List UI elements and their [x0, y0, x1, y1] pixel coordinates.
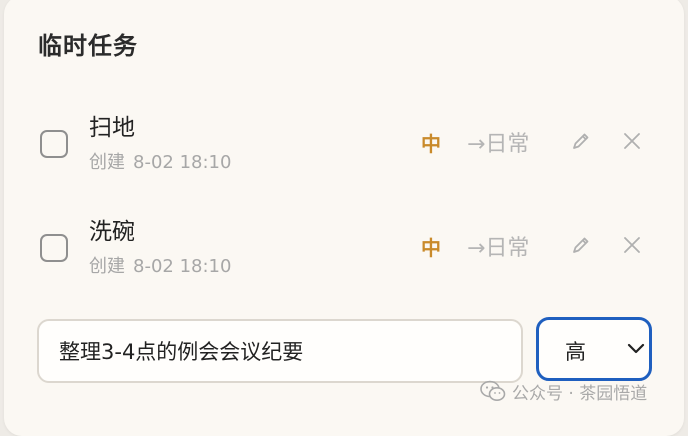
move-to-daily-button[interactable]: →日常	[467, 126, 529, 158]
priority-badge[interactable]: 中	[421, 232, 441, 261]
move-to-daily-button[interactable]: →日常	[467, 230, 529, 262]
task-checkbox[interactable]	[40, 234, 68, 262]
task-created: 创建 8-02 18:10	[89, 252, 239, 278]
task-title: 洗碗	[89, 219, 135, 245]
task-row: 洗碗 创建 8-02 18:10 中 →日常	[4, 204, 684, 284]
priority-select[interactable]: 高	[536, 317, 652, 381]
temp-tasks-card: 临时任务 扫地 创建 8-02 18:10 中 →日常 洗碗 创建 8-02 18:…	[4, 0, 684, 436]
watermark-text: 公众号 · 茶园悟道	[512, 383, 648, 404]
wechat-icon	[480, 380, 506, 401]
watermark: 公众号 · 茶园悟道	[480, 379, 648, 404]
close-icon[interactable]	[621, 130, 643, 152]
task-created: 创建 8-02 18:10	[89, 148, 239, 174]
task-row: 扫地 创建 8-02 18:10 中 →日常	[4, 100, 684, 180]
close-icon[interactable]	[621, 234, 643, 256]
pencil-icon[interactable]	[570, 130, 592, 152]
chevron-down-icon	[627, 343, 645, 354]
task-checkbox[interactable]	[40, 130, 68, 158]
new-task-input[interactable]	[37, 319, 523, 383]
priority-select-value: 高	[565, 340, 586, 364]
priority-badge[interactable]: 中	[421, 128, 441, 157]
task-created-label: 创建	[89, 256, 125, 277]
pencil-icon[interactable]	[570, 234, 592, 256]
task-title: 扫地	[89, 115, 135, 141]
task-created-label: 创建	[89, 152, 125, 173]
section-title: 临时任务	[38, 32, 138, 60]
task-created-time: 8-02 18:10	[133, 256, 232, 277]
task-created-time: 8-02 18:10	[133, 152, 232, 173]
